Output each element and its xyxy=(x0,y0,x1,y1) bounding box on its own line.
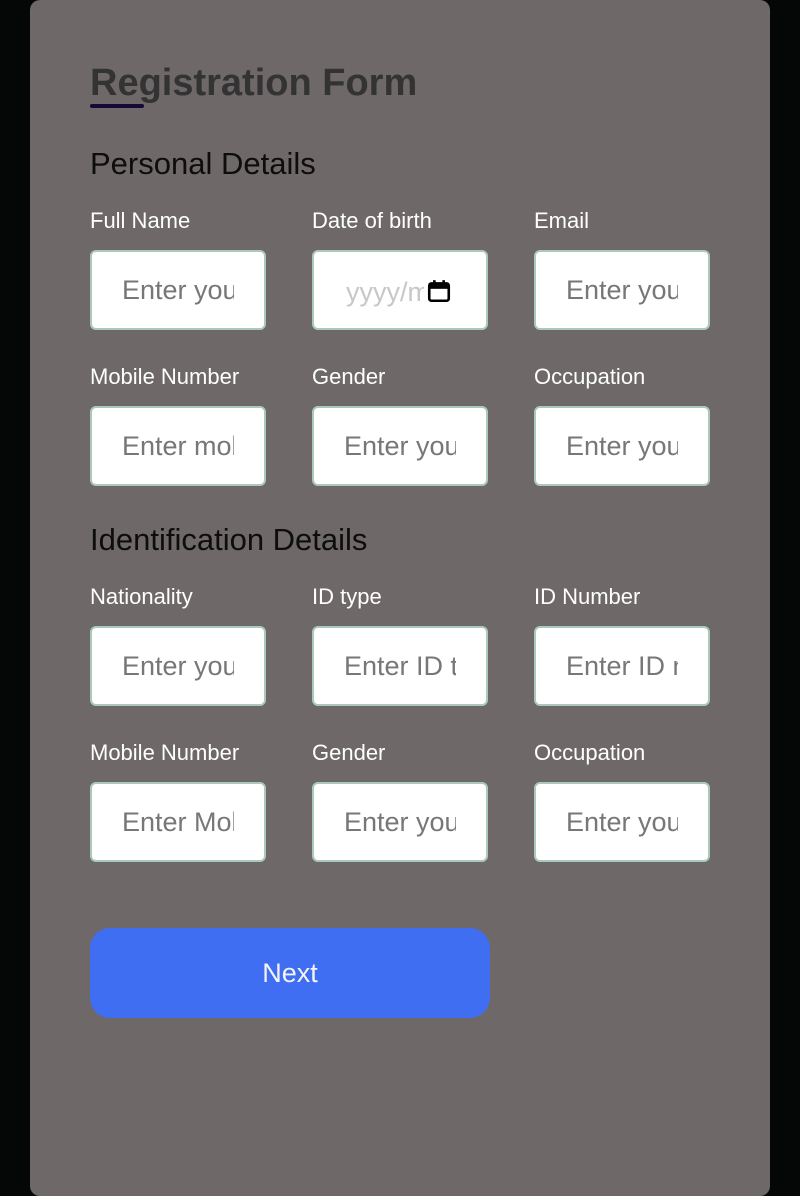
email-label: Email xyxy=(534,208,590,233)
id-gender-label: Gender xyxy=(312,740,386,765)
email-input[interactable] xyxy=(534,250,710,330)
id-occupation-field: Occupation xyxy=(534,740,710,862)
personal-details-heading: Personal Details xyxy=(90,146,316,181)
id-number-label: ID Number xyxy=(534,584,641,609)
id-occupation-input[interactable] xyxy=(534,782,710,862)
id-mobile-number-field: Mobile Number xyxy=(90,740,266,862)
form-title: Registration Form xyxy=(90,62,418,104)
title-underline xyxy=(90,104,144,108)
occupation-field: Occupation xyxy=(534,364,710,486)
id-type-input[interactable] xyxy=(312,626,488,706)
id-mobile-number-label: Mobile Number xyxy=(90,740,240,765)
date-of-birth-input[interactable]: yyyy/mm/dd xyxy=(312,250,488,330)
mobile-number-field: Mobile Number xyxy=(90,364,266,486)
identification-details-heading: Identification Details xyxy=(90,522,368,557)
nationality-label: Nationality xyxy=(90,584,193,609)
id-gender-field: Gender xyxy=(312,740,488,862)
date-of-birth-placeholder: yyyy/mm/dd xyxy=(346,277,424,307)
date-of-birth-field: Date of birth yyyy/mm/dd xyxy=(312,208,488,330)
full-name-field: Full Name xyxy=(90,208,266,330)
nationality-input[interactable] xyxy=(90,626,266,706)
full-name-input[interactable] xyxy=(90,250,266,330)
mobile-number-input[interactable] xyxy=(90,406,266,486)
nationality-field: Nationality xyxy=(90,584,266,706)
mobile-number-label: Mobile Number xyxy=(90,364,240,389)
occupation-input[interactable] xyxy=(534,406,710,486)
id-type-label: ID type xyxy=(312,584,382,609)
id-occupation-label: Occupation xyxy=(534,740,646,765)
id-gender-input[interactable] xyxy=(312,782,488,862)
email-field: Email xyxy=(534,208,710,330)
gender-input[interactable] xyxy=(312,406,488,486)
gender-field: Gender xyxy=(312,364,488,486)
next-button[interactable]: Next xyxy=(90,928,490,1018)
calendar-icon[interactable] xyxy=(426,278,452,304)
date-of-birth-label: Date of birth xyxy=(312,208,432,233)
id-type-field: ID type xyxy=(312,584,488,706)
occupation-label: Occupation xyxy=(534,364,646,389)
registration-card: Registration Form Personal Details Full … xyxy=(30,0,770,1196)
id-mobile-number-input[interactable] xyxy=(90,782,266,862)
id-number-input[interactable] xyxy=(534,626,710,706)
full-name-label: Full Name xyxy=(90,208,191,233)
id-number-field: ID Number xyxy=(534,584,710,706)
gender-label: Gender xyxy=(312,364,386,389)
